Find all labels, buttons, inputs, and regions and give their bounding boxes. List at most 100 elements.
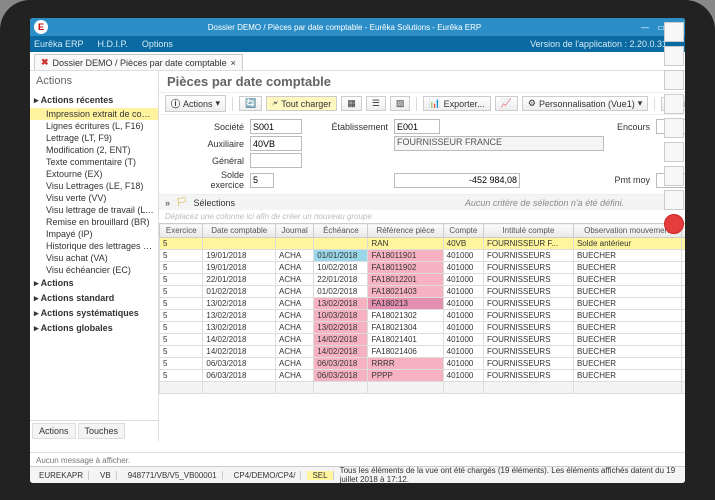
table-row[interactable]: 513/02/2018ACHA10/03/2018FA1802130240100… (160, 310, 686, 322)
status-0: EUREKAPR (34, 471, 89, 480)
sidebar-item[interactable]: Visu verte (VV) (30, 192, 158, 204)
app-logo: E (34, 20, 48, 34)
data-grid[interactable]: ExerciceDate comptableJournalÉchéanceRéf… (159, 223, 685, 441)
chart-button[interactable]: 📈 (495, 96, 518, 111)
selections-hint: Aucun critère de sélection n'a été défin… (241, 198, 685, 208)
sidebar-item[interactable]: Historique des lettrages (HL) (30, 240, 158, 252)
refresh-button[interactable]: 🔄 (239, 96, 262, 111)
table-row[interactable]: 513/02/2018ACHA13/02/2018FA180213401000F… (160, 298, 686, 310)
tab-close-x[interactable]: × (231, 58, 236, 68)
sidebar-group[interactable]: ▸ Actions récentes (30, 93, 158, 108)
column-header[interactable]: Compte (443, 224, 483, 238)
status-info: Tous les éléments de la vue ont été char… (340, 466, 681, 483)
tool-icon-8[interactable] (664, 190, 684, 210)
sidebar-item[interactable]: Modification (2, ENT) (30, 144, 158, 156)
tool-icon-3[interactable] (664, 70, 684, 90)
minimize-button[interactable]: — (637, 23, 653, 32)
export-button[interactable]: 📊 Exporter... (423, 96, 490, 111)
sidebar-group[interactable]: ▸ Actions (30, 276, 158, 291)
sidebar-item[interactable]: Impayé (IP) (30, 228, 158, 240)
document-tab[interactable]: ✖ Dossier DEMO / Pièces par date comptab… (34, 54, 243, 70)
group-hint: Déplacez une colonne ici afin de créer u… (159, 210, 685, 223)
sidebar-item[interactable]: Lignes écritures (L, F16) (30, 120, 158, 132)
column-header[interactable]: Échéance (314, 224, 368, 238)
sidebar-item[interactable]: Visu lettrage de travail (LW) (30, 204, 158, 216)
sidebar-item[interactable]: Lettrage (LT, F9) (30, 132, 158, 144)
menu-hdip[interactable]: H.D.I.P. (98, 39, 128, 49)
tout-charger-button[interactable]: 🗲 Tout charger (266, 96, 337, 111)
sidebar-item[interactable]: Texte commentaire (T) (30, 156, 158, 168)
selections-bar: » 🏳 Sélections Aucun critère de sélectio… (159, 194, 685, 210)
main-panel: Pièces par date comptable CVLRLEC T2 ⓘ A… (159, 71, 685, 441)
tool-icon-6[interactable] (664, 142, 684, 162)
message-text: Aucun message à afficher. (36, 456, 130, 465)
input-aux[interactable] (250, 136, 302, 151)
sidebar-title: Actions (30, 71, 158, 91)
menu-options[interactable]: Options (142, 39, 173, 49)
sidebar-item[interactable]: Remise en brouillard (BR) (30, 216, 158, 228)
input-societe[interactable] (250, 119, 302, 134)
perso-button[interactable]: ⚙ Personnalisation (Vue1) ▾ (522, 96, 648, 111)
version-label: Version de l'application : 2.20.0.31 (530, 39, 667, 49)
input-solde-ex[interactable] (250, 173, 274, 188)
column-header[interactable]: Référence pièce (368, 224, 443, 238)
tool-icon-2[interactable] (664, 46, 684, 66)
table-row[interactable]: 506/03/2018ACHA06/03/2018RRRR401000FOURN… (160, 358, 686, 370)
menu-eureka[interactable]: Eurêka ERP (34, 39, 84, 49)
tab-label: Dossier DEMO / Pièces par date comptable (53, 58, 227, 68)
menu-bar: Eurêka ERP H.D.I.P. Options Version de l… (30, 36, 685, 52)
sidebar-item[interactable]: Impression extrait de compte ... (30, 108, 158, 120)
table-row[interactable]: 513/02/2018ACHA13/02/2018FA1802130440100… (160, 322, 686, 334)
column-header[interactable]: Journal (276, 224, 314, 238)
window-title: Dossier DEMO / Pièces par date comptable… (52, 23, 637, 32)
list-button[interactable]: ☰ (366, 96, 386, 111)
actions-button[interactable]: ⓘ Actions ▾ (165, 95, 226, 112)
right-toolbar (663, 18, 685, 483)
column-header[interactable]: Date comptable (203, 224, 276, 238)
sidebar-group[interactable]: ▸ Actions systématiques (30, 306, 158, 321)
table-row[interactable]: 522/01/2018ACHA22/01/2018FA1801220140100… (160, 274, 686, 286)
toolbar: ⓘ Actions ▾ 🔄 🗲 Tout charger ▦ ☰ ▨ 📊 Exp… (159, 93, 685, 115)
table-row[interactable]: 519/01/2018ACHA01/01/2018FA1801190140100… (160, 250, 686, 262)
sidebar-item[interactable]: Visu Lettrages (LE, F18) (30, 180, 158, 192)
sidebar-item[interactable]: Extourne (EX) (30, 168, 158, 180)
label-general: Général (189, 156, 244, 166)
status-3: CP4/DEMO/CP4/ (229, 471, 302, 480)
table-row[interactable]: 514/02/2018ACHA14/02/2018FA1802140640100… (160, 346, 686, 358)
tab-close-icon[interactable]: ✖ (41, 57, 49, 68)
label-aux: Auxiliaire (189, 139, 244, 149)
title-bar: E Dossier DEMO / Pièces par date comptab… (30, 18, 685, 36)
column-header[interactable]: Exercice (160, 224, 203, 238)
tool-icon-1[interactable] (664, 22, 684, 42)
tool-icon-search[interactable] (664, 214, 684, 234)
sidebar-item[interactable]: Visu achat (VA) (30, 252, 158, 264)
input-etab[interactable] (394, 119, 440, 134)
filter-button[interactable]: ▨ (390, 96, 411, 111)
tab-strip: ✖ Dossier DEMO / Pièces par date comptab… (30, 52, 685, 71)
sidebar-group[interactable]: ▸ Actions standard (30, 291, 158, 306)
status-1: VB (95, 471, 117, 480)
label-encours: Encours (610, 122, 650, 132)
status-sel: SEL (307, 471, 333, 480)
sidebar-tab-actions[interactable]: Actions (32, 423, 76, 439)
table-row[interactable]: 514/02/2018ACHA14/02/2018FA1802140140100… (160, 334, 686, 346)
sidebar-tab-touches[interactable]: Touches (78, 423, 126, 439)
tool-icon-4[interactable] (664, 94, 684, 114)
table-row[interactable]: 519/01/2018ACHA10/02/2018FA1801190240100… (160, 262, 686, 274)
tool-icon-7[interactable] (664, 166, 684, 186)
filter-form: Société Établissement Encours Auxiliaire… (159, 115, 685, 194)
table-row[interactable]: 501/02/2018ACHA01/02/2018FA1802140340100… (160, 286, 686, 298)
sidebar-group[interactable]: ▸ Actions globales (30, 321, 158, 336)
table-row[interactable]: 5RAN40VBFOURNISSEUR F...Solde antérieur4… (160, 238, 686, 250)
table-row[interactable]: 506/03/2018ACHA06/03/2018PPPP401000FOURN… (160, 370, 686, 382)
tool-icon-5[interactable] (664, 118, 684, 138)
aux-name: FOURNISSEUR FRANCE (394, 136, 604, 151)
filter-icon[interactable]: 🏳 (176, 197, 187, 208)
sidebar-item[interactable]: Visu échéancier (EC) (30, 264, 158, 276)
grid-button[interactable]: ▦ (341, 96, 362, 111)
column-header[interactable]: Intitulé compte (483, 224, 573, 238)
input-solde-val[interactable] (394, 173, 520, 188)
input-general[interactable] (250, 153, 302, 168)
expand-icon[interactable]: » (165, 198, 170, 208)
label-societe: Société (189, 122, 244, 132)
